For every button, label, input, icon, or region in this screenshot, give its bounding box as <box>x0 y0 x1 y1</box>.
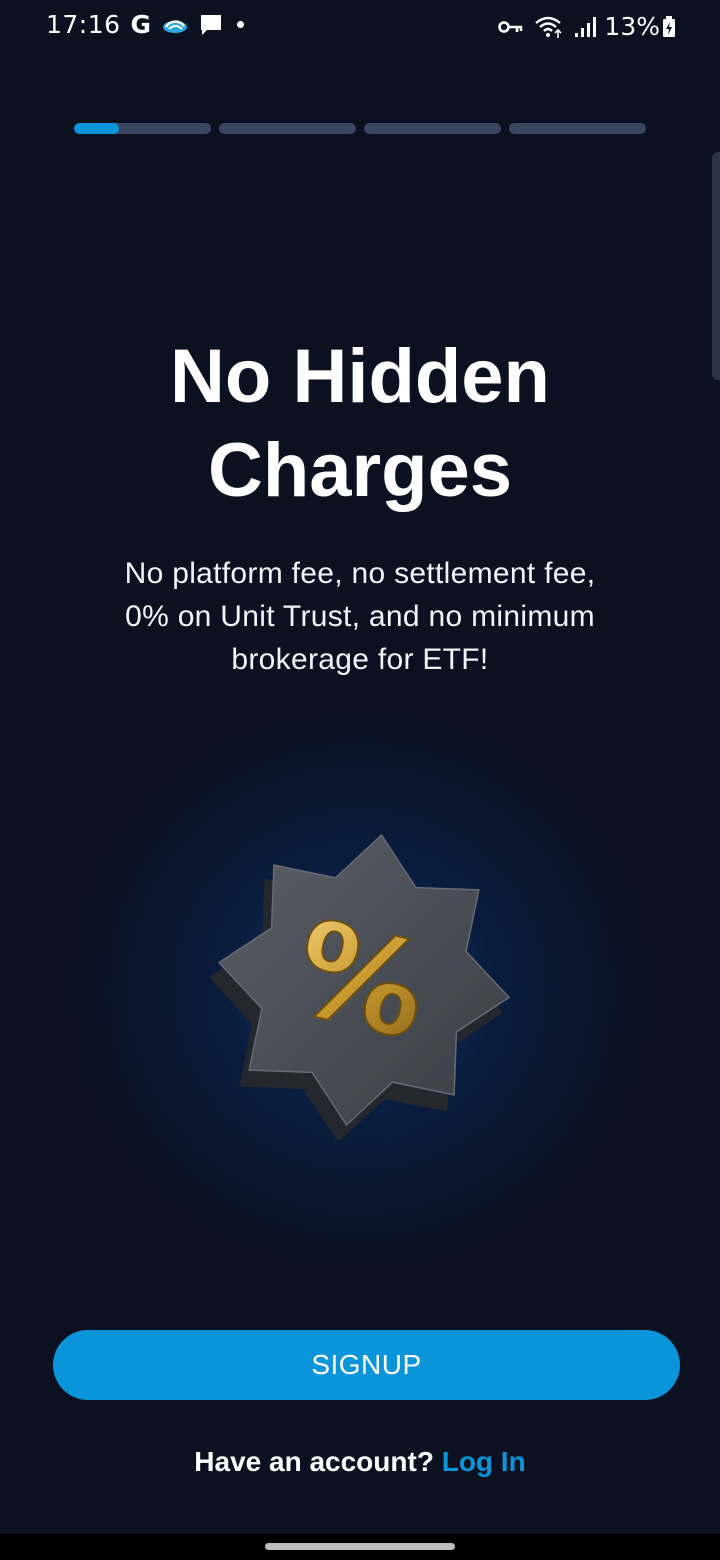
progress-step-3 <box>364 123 501 134</box>
status-time: 17:16 <box>46 10 121 39</box>
status-right: 13% <box>488 12 676 41</box>
subtitle-line-2: 0% on Unit Trust, and no minimum <box>125 600 595 633</box>
message-icon <box>199 13 223 37</box>
title-line-2: Charges <box>207 428 513 513</box>
subtitle-line-1: No platform fee, no settlement fee, <box>124 557 596 590</box>
status-bar: 17:16 G 13% <box>0 0 720 52</box>
battery-charging-icon <box>662 15 676 38</box>
home-indicator[interactable] <box>265 1543 455 1550</box>
battery-percent: 13% <box>604 12 660 41</box>
progress-step-2 <box>219 123 356 134</box>
vpn-key-icon <box>498 19 524 35</box>
page-title: No Hidden Charges <box>60 330 660 518</box>
scroll-handle[interactable] <box>712 152 720 380</box>
subtitle-line-3: brokerage for ETF! <box>231 643 489 676</box>
cloud-app-icon <box>161 15 189 35</box>
wifi-icon <box>534 15 564 39</box>
login-link[interactable]: Log In <box>442 1446 526 1477</box>
title-line-1: No Hidden <box>170 334 550 419</box>
progress-step-1 <box>74 123 211 134</box>
login-prompt: Have an account? <box>194 1446 434 1477</box>
onboarding-progress <box>74 123 646 134</box>
signal-icon <box>574 16 597 38</box>
signup-button[interactable]: SIGNUP <box>53 1330 680 1400</box>
google-icon: G <box>130 10 152 39</box>
login-row: Have an account? Log In <box>0 1444 720 1480</box>
progress-step-fill <box>74 123 120 134</box>
navigation-bar <box>0 1534 720 1560</box>
status-left: 17:16 G <box>46 10 245 39</box>
notification-dot <box>237 21 245 28</box>
progress-step-4 <box>509 123 646 134</box>
percent-badge-icon: % <box>206 820 516 1142</box>
page-subtitle: No platform fee, no settlement fee, 0% o… <box>80 552 640 681</box>
